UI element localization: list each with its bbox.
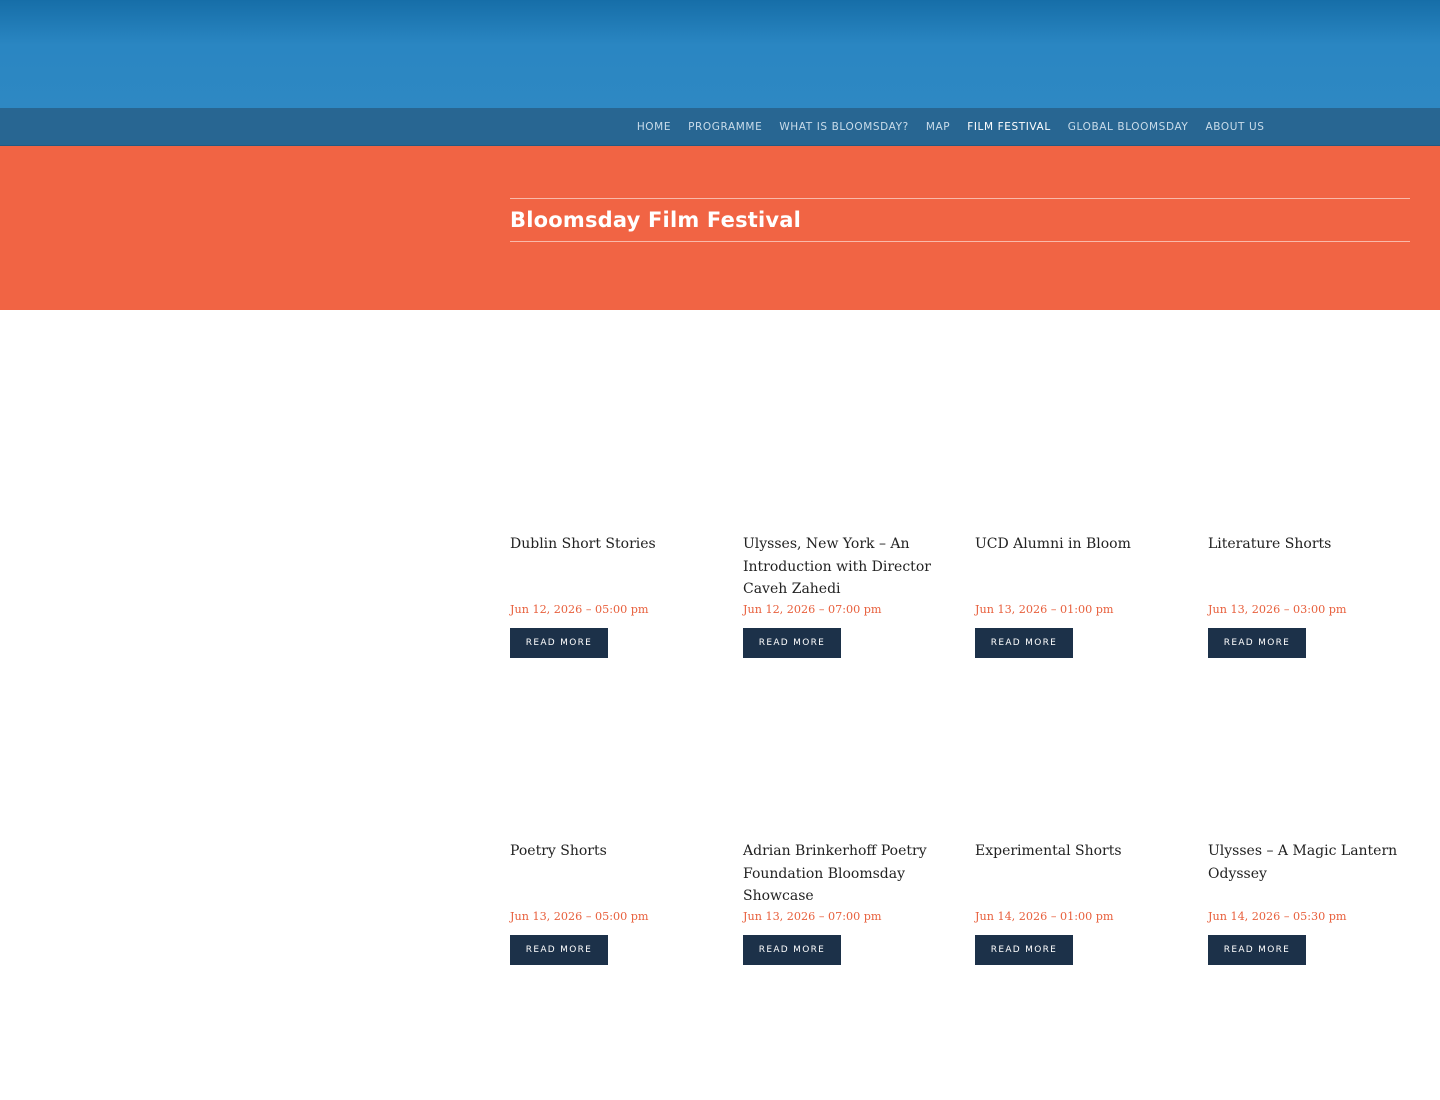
event-date: Jun 13, 2026 – 01:00 pm (975, 603, 1114, 616)
event-date: Jun 13, 2026 – 07:00 pm (743, 910, 882, 923)
event-date: Jun 12, 2026 – 07:00 pm (743, 603, 882, 616)
event-title[interactable]: Experimental Shorts (975, 840, 1175, 908)
event-title[interactable]: Literature Shorts (1208, 533, 1408, 601)
nav-item-global-bloomsday[interactable]: GLOBAL BLOOMSDAY (1059, 121, 1197, 133)
event-date: Jun 13, 2026 – 05:00 pm (510, 910, 649, 923)
event-title[interactable]: Dublin Short Stories (510, 533, 710, 601)
nav-item-what-is-bloomsday[interactable]: WHAT IS BLOOMSDAY? (771, 121, 917, 133)
event-title[interactable]: Ulysses – A Magic Lantern Odyssey (1208, 840, 1408, 908)
event-title[interactable]: Adrian Brinkerhoff Poetry Foundation Blo… (743, 840, 943, 908)
read-more-button[interactable]: READ MORE (975, 935, 1073, 965)
read-more-button[interactable]: READ MORE (975, 628, 1073, 658)
read-more-button[interactable]: READ MORE (1208, 628, 1306, 658)
event-card: Adrian Brinkerhoff Poetry Foundation Blo… (743, 840, 943, 965)
event-title[interactable]: UCD Alumni in Bloom (975, 533, 1175, 601)
event-card: UCD Alumni in Bloom Jun 13, 2026 – 01:00… (975, 533, 1175, 658)
event-card: Ulysses – A Magic Lantern Odyssey Jun 14… (1208, 840, 1408, 965)
hero-banner: Bloomsday Film Festival (0, 146, 1440, 310)
event-date: Jun 12, 2026 – 05:00 pm (510, 603, 649, 616)
read-more-button[interactable]: READ MORE (743, 935, 841, 965)
event-card: Literature Shorts Jun 13, 2026 – 03:00 p… (1208, 533, 1408, 658)
event-title[interactable]: Poetry Shorts (510, 840, 710, 908)
nav-item-programme[interactable]: PROGRAMME (680, 121, 771, 133)
main-navbar: HOME PROGRAMME WHAT IS BLOOMSDAY? MAP FI… (0, 108, 1440, 146)
nav-item-map[interactable]: MAP (917, 121, 958, 133)
nav-menu: HOME PROGRAMME WHAT IS BLOOMSDAY? MAP FI… (628, 108, 1273, 146)
nav-item-about-us[interactable]: ABOUT US (1197, 121, 1273, 133)
page-title: Bloomsday Film Festival (510, 208, 802, 232)
event-card: Poetry Shorts Jun 13, 2026 – 05:00 pm RE… (510, 840, 710, 965)
event-date: Jun 14, 2026 – 05:30 pm (1208, 910, 1347, 923)
event-card: Experimental Shorts Jun 14, 2026 – 01:00… (975, 840, 1175, 965)
event-date: Jun 14, 2026 – 01:00 pm (975, 910, 1114, 923)
read-more-button[interactable]: READ MORE (510, 935, 608, 965)
read-more-button[interactable]: READ MORE (1208, 935, 1306, 965)
nav-item-home[interactable]: HOME (628, 121, 679, 133)
top-banner (0, 0, 1440, 108)
read-more-button[interactable]: READ MORE (743, 628, 841, 658)
event-date: Jun 13, 2026 – 03:00 pm (1208, 603, 1347, 616)
event-card: Dublin Short Stories Jun 12, 2026 – 05:0… (510, 533, 710, 658)
read-more-button[interactable]: READ MORE (510, 628, 608, 658)
nav-item-film-festival[interactable]: FILM FESTIVAL (959, 121, 1060, 133)
hero-title-frame: Bloomsday Film Festival (510, 198, 1410, 242)
event-card: Ulysses, New York – An Introduction with… (743, 533, 943, 658)
event-title[interactable]: Ulysses, New York – An Introduction with… (743, 533, 943, 601)
